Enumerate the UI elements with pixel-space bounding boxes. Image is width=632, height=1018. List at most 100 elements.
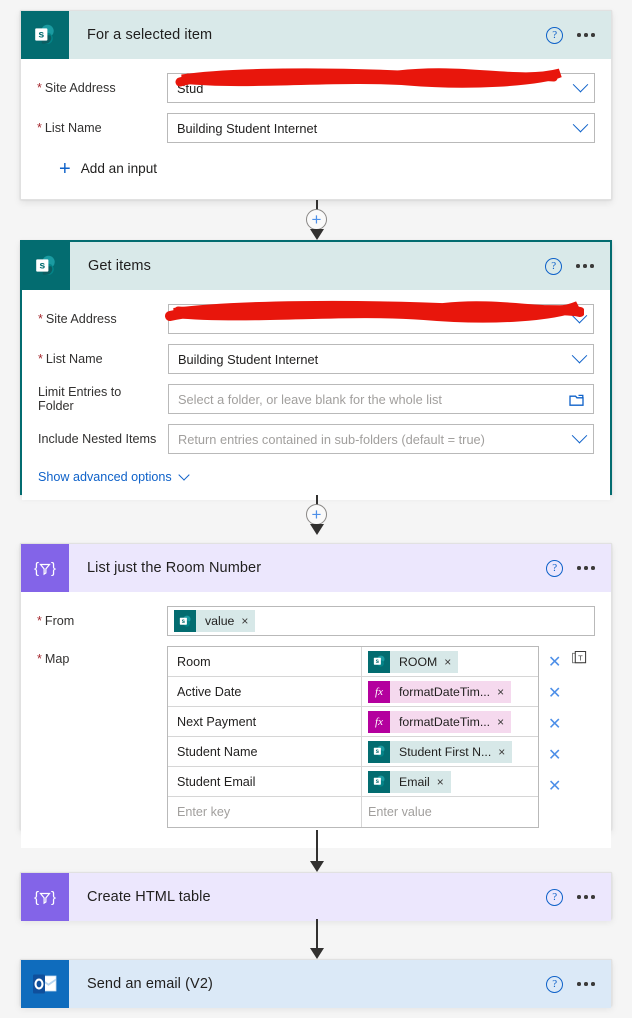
help-icon[interactable]: ?: [546, 975, 564, 993]
field-row-limit-entries-to-folder: Limit Entries to Folder Select a folder,…: [38, 384, 594, 414]
more-options-icon[interactable]: [577, 566, 595, 570]
map-table[interactable]: Room s ROOM × Active Date fx formatDateT…: [167, 646, 539, 828]
help-icon[interactable]: ?: [546, 26, 564, 44]
more-options-icon[interactable]: [577, 33, 595, 37]
map-value[interactable]: fx formatDateTim... ×: [362, 707, 538, 736]
map-key[interactable]: Active Date: [168, 677, 362, 706]
card-header-actions[interactable]: ?: [546, 544, 611, 592]
map-key[interactable]: Room: [168, 647, 362, 676]
chevron-down-icon[interactable]: [571, 307, 588, 324]
card-send-an-email-v2[interactable]: Send an email (V2) ?: [20, 959, 612, 1008]
help-icon[interactable]: ?: [546, 559, 564, 577]
card-header-actions[interactable]: ?: [546, 873, 611, 921]
delete-row-button[interactable]: ✕: [548, 776, 561, 796]
field-label: Include Nested Items: [38, 432, 157, 446]
field-row-list-name: List Name Building Student Internet: [37, 113, 595, 143]
data-operation-icon: { }: [21, 544, 69, 592]
delete-row-button[interactable]: ✕: [548, 714, 561, 734]
sharepoint-icon: s: [22, 242, 70, 290]
field-value: Building Student Internet: [177, 120, 318, 136]
card-header-actions[interactable]: ?: [545, 242, 610, 290]
remove-token-icon[interactable]: ×: [444, 655, 458, 669]
more-options-icon[interactable]: [577, 895, 595, 899]
list-name-input[interactable]: Building Student Internet: [168, 344, 594, 374]
card-header[interactable]: s Get items ?: [22, 242, 610, 290]
from-input[interactable]: s value ×: [167, 606, 595, 636]
card-list-just-the-room-number[interactable]: { } List just the Room Number ? From: [20, 543, 612, 848]
card-header-actions[interactable]: ?: [546, 960, 611, 1008]
delete-row-button[interactable]: ✕: [548, 652, 561, 672]
map-value[interactable]: s ROOM ×: [362, 647, 538, 676]
map-value[interactable]: s Email ×: [362, 767, 538, 796]
card-title: Send an email (V2): [87, 976, 213, 992]
include-nested-items-input[interactable]: Return entries contained in sub-folders …: [168, 424, 594, 454]
enter-value-input[interactable]: Enter value: [362, 797, 538, 827]
sharepoint-icon: s: [21, 11, 69, 59]
svg-text:{: {: [34, 560, 39, 577]
table-row[interactable]: Student Email s Email ×: [168, 767, 538, 797]
table-row[interactable]: Active Date fx formatDateTim... ×: [168, 677, 538, 707]
card-get-items[interactable]: s Get items ? Site Address List Name Bui…: [20, 240, 612, 500]
more-options-icon[interactable]: [577, 982, 595, 986]
enter-key-input[interactable]: Enter key: [168, 797, 362, 827]
remove-token-icon[interactable]: ×: [241, 614, 255, 628]
map-key[interactable]: Student Email: [168, 767, 362, 796]
map-key[interactable]: Next Payment: [168, 707, 362, 736]
card-title: For a selected item: [87, 27, 213, 43]
card-create-html-table[interactable]: { } Create HTML table ?: [20, 872, 612, 921]
table-row[interactable]: Student Name s Student First N... ×: [168, 737, 538, 767]
card-title: Create HTML table: [87, 889, 211, 905]
folder-icon[interactable]: [569, 393, 584, 407]
field-label: Site Address: [37, 81, 167, 95]
add-an-input-button[interactable]: + Add an input: [37, 153, 595, 188]
svg-text:}: }: [51, 560, 56, 577]
switch-to-text-mode-icon[interactable]: T: [572, 651, 587, 666]
help-icon[interactable]: ?: [545, 257, 563, 275]
field-row-site-address: Site Address Stud: [37, 73, 595, 103]
table-row-empty[interactable]: Enter key Enter value: [168, 797, 538, 827]
delete-row-button[interactable]: ✕: [548, 745, 561, 765]
show-advanced-options-button[interactable]: Show advanced options: [38, 464, 594, 490]
delete-row-button[interactable]: ✕: [548, 683, 561, 703]
flow-designer-canvas: s For a selected item ? Site Address Stu…: [0, 0, 632, 1018]
insert-step-button[interactable]: +: [306, 504, 327, 525]
card-header[interactable]: { } List just the Room Number ?: [21, 544, 611, 592]
remove-token-icon[interactable]: ×: [497, 685, 511, 699]
token-student-name[interactable]: s Student First N... ×: [368, 740, 513, 763]
more-options-icon[interactable]: [576, 264, 594, 268]
field-row-include-nested-items: Include Nested Items Return entries cont…: [38, 424, 594, 454]
list-name-input[interactable]: Building Student Internet: [167, 113, 595, 143]
map-key[interactable]: Student Name: [168, 737, 362, 766]
table-row[interactable]: Next Payment fx formatDateTim... ×: [168, 707, 538, 737]
help-icon[interactable]: ?: [546, 888, 564, 906]
table-row[interactable]: Room s ROOM ×: [168, 647, 538, 677]
card-for-a-selected-item[interactable]: s For a selected item ? Site Address Stu…: [20, 10, 612, 200]
card-body: From s value ×: [21, 592, 611, 848]
map-value[interactable]: fx formatDateTim... ×: [362, 677, 538, 706]
limit-entries-to-folder-input[interactable]: Select a folder, or leave blank for the …: [168, 384, 594, 414]
field-label: Limit Entries to Folder: [38, 385, 122, 413]
chevron-down-icon[interactable]: [572, 116, 589, 133]
chevron-down-icon[interactable]: [571, 347, 588, 364]
site-address-input[interactable]: [168, 304, 594, 334]
token-value[interactable]: s value ×: [174, 610, 256, 632]
token-room[interactable]: s ROOM ×: [368, 650, 459, 673]
data-operation-icon: { }: [21, 873, 69, 921]
chevron-down-icon[interactable]: [571, 427, 588, 444]
card-header[interactable]: s For a selected item ?: [21, 11, 611, 59]
map-value[interactable]: s Student First N... ×: [362, 737, 538, 766]
remove-token-icon[interactable]: ×: [437, 775, 451, 789]
function-icon: fx: [368, 710, 390, 733]
site-address-input[interactable]: Stud: [167, 73, 595, 103]
remove-token-icon[interactable]: ×: [497, 715, 511, 729]
chevron-down-icon[interactable]: [572, 76, 589, 93]
card-header[interactable]: { } Create HTML table ?: [21, 873, 611, 921]
outlook-icon: [21, 960, 69, 1008]
token-student-email[interactable]: s Email ×: [368, 770, 451, 793]
token-expression[interactable]: fx formatDateTim... ×: [368, 680, 512, 703]
token-expression[interactable]: fx formatDateTim... ×: [368, 710, 512, 733]
card-header[interactable]: Send an email (V2) ?: [21, 960, 611, 1008]
insert-step-button[interactable]: +: [306, 209, 327, 230]
remove-token-icon[interactable]: ×: [498, 745, 512, 759]
card-header-actions[interactable]: ?: [546, 11, 611, 59]
